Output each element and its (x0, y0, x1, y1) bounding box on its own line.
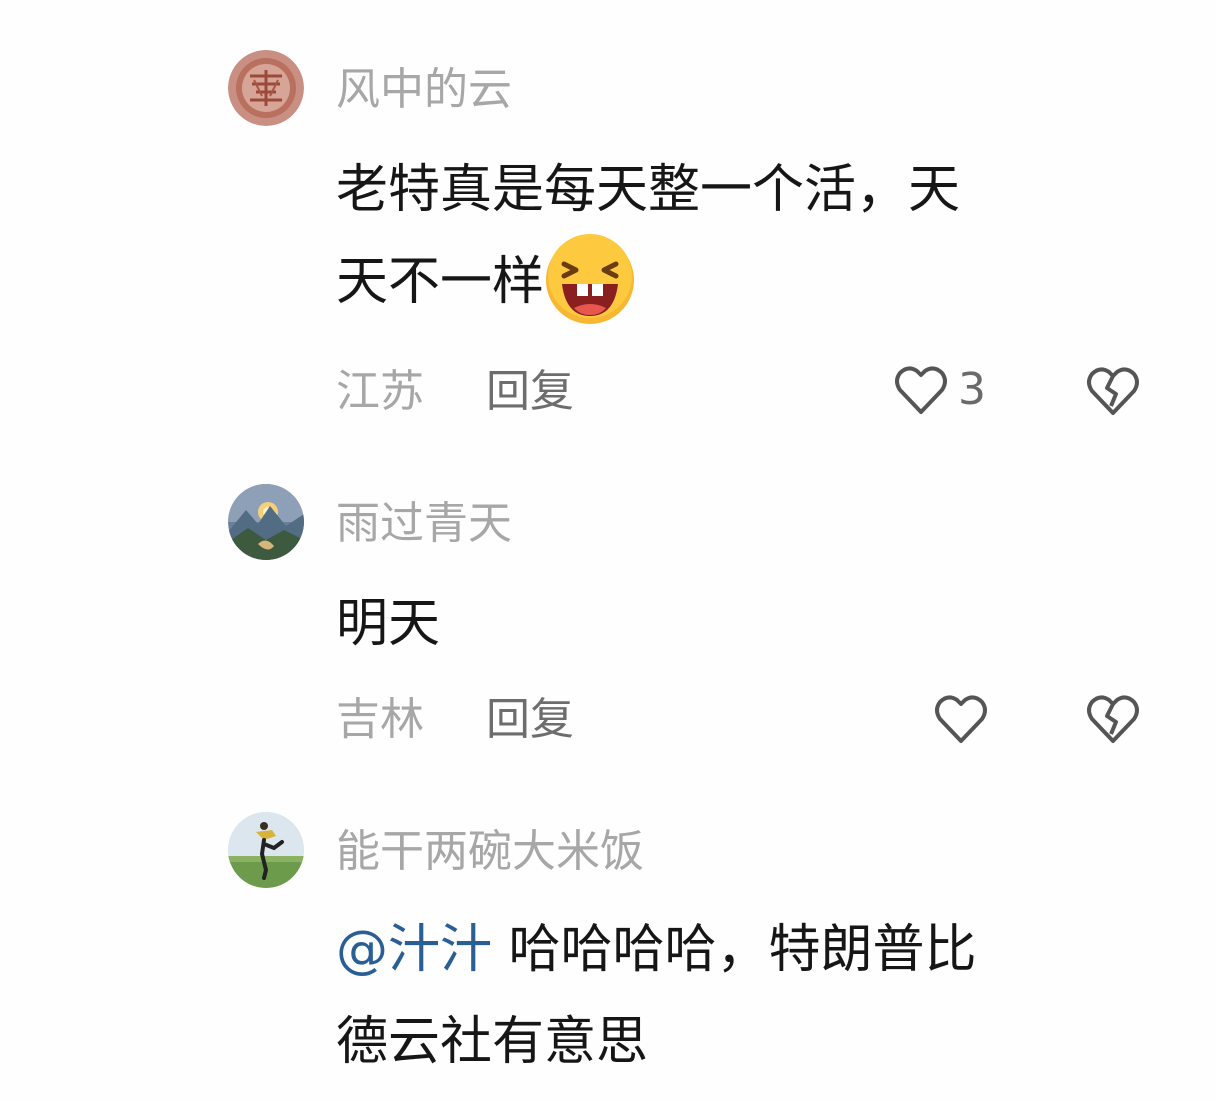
comment-text-segment: 天不一样 (336, 252, 545, 312)
broken-heart-icon (1087, 695, 1139, 743)
mention-link[interactable]: @汁汁 (336, 920, 492, 980)
comment-item: 风中的云 老特真是每天整一个活，天 天不一样 江苏 回复 3 (0, 0, 1216, 440)
red-seal-avatar-icon (228, 50, 304, 126)
reply-button[interactable]: 回复 (486, 694, 574, 745)
location-label: 吉林 (336, 694, 424, 745)
like-button[interactable]: 3 (892, 360, 986, 420)
comment-text-line: 天不一样 (336, 234, 1136, 328)
avatar[interactable] (228, 484, 304, 560)
comment-text-line: @汁汁 哈哈哈哈，特朗普比 (336, 904, 1136, 996)
comment-meta: 江苏 回复 (336, 362, 574, 422)
avatar[interactable] (228, 812, 304, 888)
like-button[interactable] (932, 690, 998, 748)
location-label: 江苏 (336, 366, 424, 417)
reply-button[interactable]: 回复 (486, 366, 574, 417)
laughing-face-emoji (546, 234, 635, 324)
comment-meta: 吉林 回复 (336, 690, 574, 750)
comment-item: 雨过青天 明天 吉林 回复 (0, 440, 1216, 780)
heart-outline-icon (935, 695, 987, 743)
username[interactable]: 能干两碗大米饭 (336, 822, 644, 882)
comment-text: 老特真是每天整一个活，天 天不一样 (336, 144, 1136, 328)
comment-text-line: 明天 (336, 594, 441, 654)
like-count: 3 (958, 364, 986, 415)
comment-text-line: 老特真是每天整一个活，天 (336, 160, 961, 220)
comment-text-segment: 哈哈哈哈，特朗普比 (492, 920, 977, 980)
broken-heart-icon (1087, 367, 1139, 415)
dislike-button[interactable] (1084, 362, 1142, 422)
kicking-person-avatar-icon (228, 812, 304, 888)
comment-text-line: 德云社有意思 (336, 1012, 649, 1072)
avatar[interactable] (228, 50, 304, 126)
username[interactable]: 风中的云 (336, 60, 512, 120)
comment-item: 能干两碗大米饭 @汁汁 哈哈哈哈，特朗普比 德云社有意思 (0, 780, 1216, 1101)
dislike-button[interactable] (1084, 690, 1142, 750)
comment-text: @汁汁 哈哈哈哈，特朗普比 德云社有意思 (336, 904, 1136, 1088)
heart-outline-icon (895, 366, 947, 414)
username[interactable]: 雨过青天 (336, 494, 512, 554)
comment-text: 明天 (336, 578, 1136, 670)
mountain-landscape-avatar-icon (228, 484, 304, 560)
